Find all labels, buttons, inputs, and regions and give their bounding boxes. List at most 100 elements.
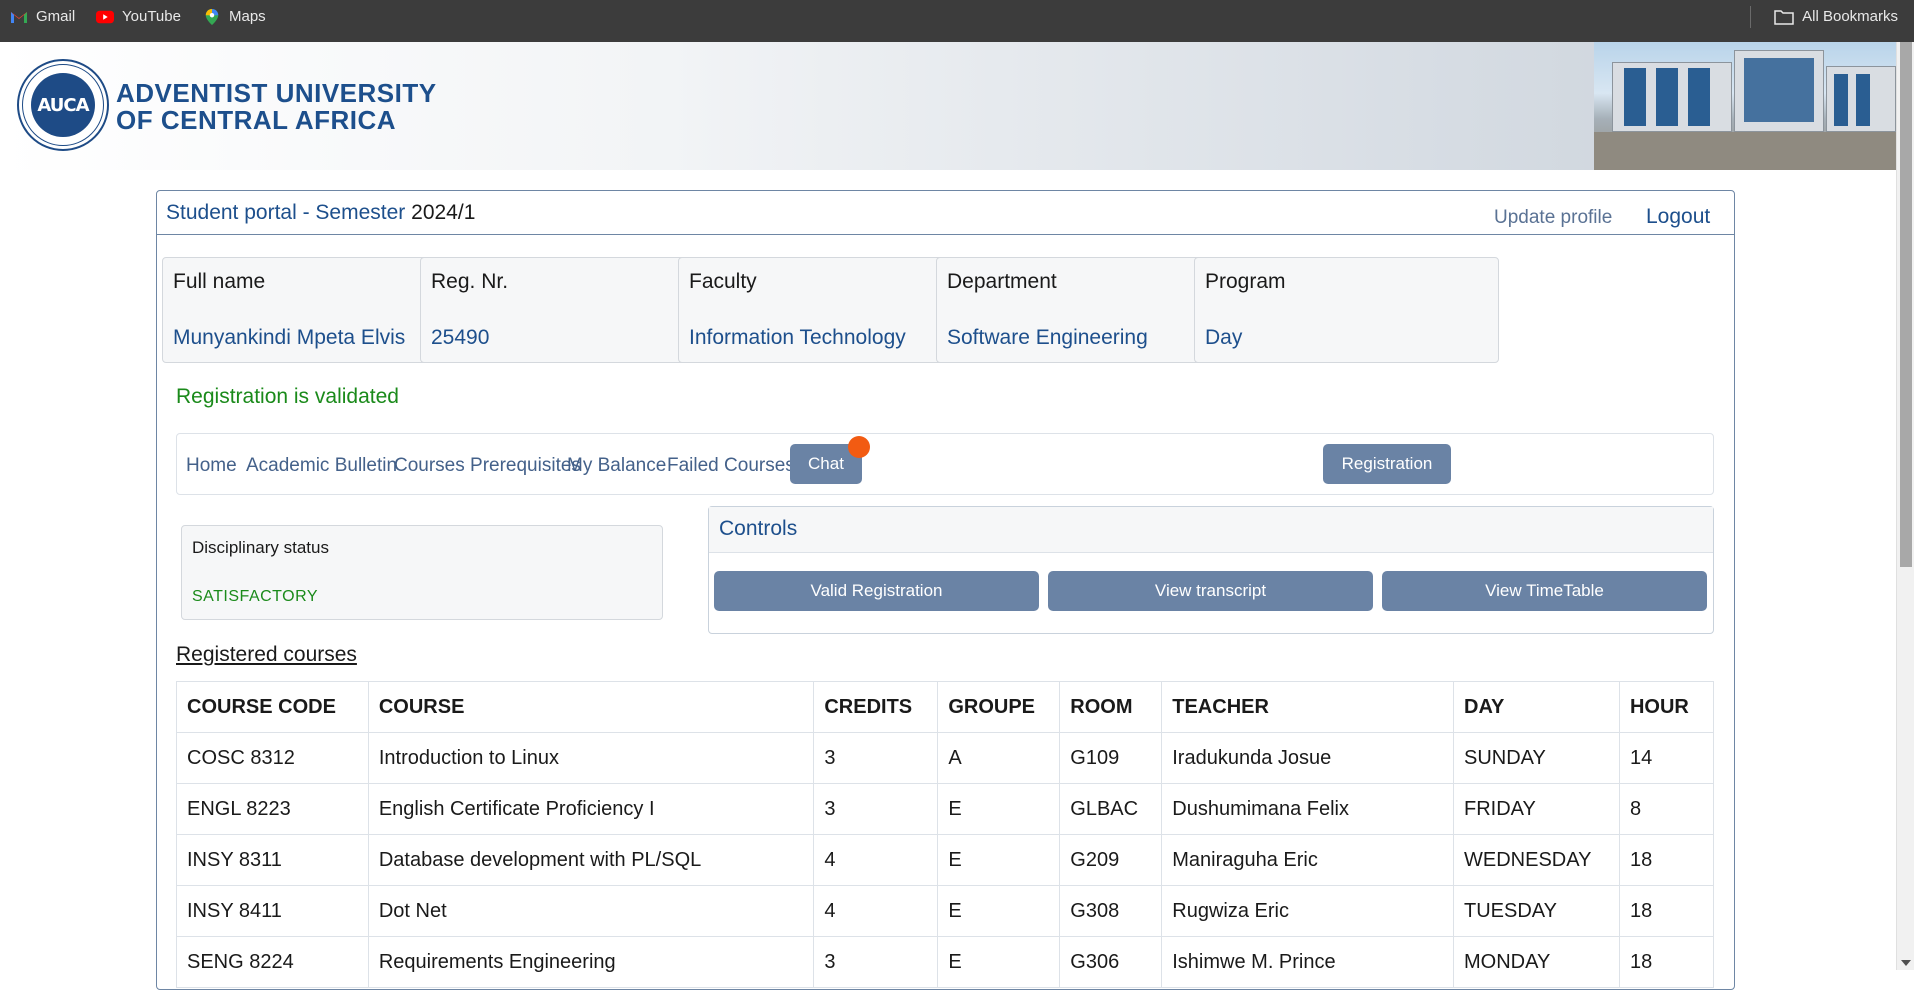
table-cell: 4	[813, 834, 939, 886]
info-value: Munyankindi Mpeta Elvis	[173, 326, 406, 349]
table-cell: Database development with PL/SQL	[367, 834, 815, 886]
info-value: Day	[1205, 326, 1243, 349]
nav-failed-courses[interactable]: Failed Courses	[667, 455, 795, 477]
registration-button[interactable]: Registration	[1323, 444, 1451, 484]
table-row: ENGL 8223 English Certificate Proficienc…	[176, 783, 1715, 835]
bookmark-gmail[interactable]: Gmail	[10, 0, 75, 33]
table-cell: INSY 8411	[176, 885, 369, 937]
column-header: HOUR	[1618, 681, 1715, 733]
table-cell: A	[937, 732, 1061, 784]
table-cell: FRIDAY	[1453, 783, 1620, 835]
info-label: Program	[1205, 270, 1286, 293]
controls-panel: Controls Valid Registration View transcr…	[708, 506, 1714, 634]
table-cell: G306	[1059, 936, 1163, 988]
logo-mark: AUCA	[31, 73, 95, 137]
info-label: Department	[947, 270, 1057, 293]
scroll-down-icon[interactable]	[1901, 960, 1911, 966]
table-cell: 8	[1618, 783, 1715, 835]
table-cell: Introduction to Linux	[367, 732, 815, 784]
info-program: Program Day	[1194, 257, 1499, 363]
info-label: Faculty	[689, 270, 757, 293]
controls-header: Controls	[709, 507, 1713, 553]
info-label: Reg. Nr.	[431, 270, 509, 293]
column-header: TEACHER	[1161, 681, 1454, 733]
info-value: 25490	[431, 326, 490, 349]
registered-courses-table: COURSE CODE COURSE CREDITS GROUPE ROOM T…	[176, 681, 1715, 988]
column-header: COURSE CODE	[176, 681, 369, 733]
university-name-line2: OF CENTRAL AFRICA	[116, 105, 397, 135]
bookmark-youtube[interactable]: YouTube	[96, 0, 181, 33]
controls-title: Controls	[719, 517, 798, 540]
bookmark-maps[interactable]: Maps	[203, 0, 266, 33]
chat-notification-badge	[848, 436, 870, 458]
page-title: Student portal - Semester 2024/1	[166, 201, 475, 225]
table-cell: 3	[813, 783, 939, 835]
view-timetable-button[interactable]: View TimeTable	[1382, 571, 1707, 611]
table-cell: Rugwiza Eric	[1161, 885, 1454, 937]
scrollbar-thumb[interactable]	[1900, 42, 1912, 567]
table-cell: TUESDAY	[1453, 885, 1620, 937]
bookmark-label: YouTube	[122, 8, 181, 25]
view-transcript-button[interactable]: View transcript	[1048, 571, 1373, 611]
table-cell: E	[937, 936, 1061, 988]
nav-home[interactable]: Home	[186, 455, 237, 477]
bookmark-label: Maps	[229, 8, 266, 25]
column-header: COURSE	[367, 681, 815, 733]
table-cell: WEDNESDAY	[1453, 834, 1620, 886]
info-value: Software Engineering	[947, 326, 1148, 349]
table-row: INSY 8411 Dot Net 4 E G308 Rugwiza Eric …	[176, 885, 1715, 937]
table-cell: COSC 8312	[176, 732, 369, 784]
folder-icon	[1774, 9, 1794, 25]
table-row: SENG 8224 Requirements Engineering 3 E G…	[176, 936, 1715, 988]
table-cell: Maniraguha Eric	[1161, 834, 1454, 886]
valid-registration-button[interactable]: Valid Registration	[714, 571, 1039, 611]
update-profile-link[interactable]: Update profile	[1494, 207, 1612, 229]
bookmarks-bar: Gmail YouTube Maps All Bookmarks	[0, 0, 1914, 42]
column-header: CREDITS	[813, 681, 939, 733]
table-cell: SENG 8224	[176, 936, 369, 988]
table-cell: 18	[1618, 936, 1715, 988]
table-cell: E	[937, 834, 1061, 886]
column-header: GROUPE	[937, 681, 1061, 733]
university-name-line1: ADVENTIST UNIVERSITY	[116, 78, 437, 108]
table-cell: MONDAY	[1453, 936, 1620, 988]
info-label: Full name	[173, 270, 266, 293]
table-cell: G308	[1059, 885, 1163, 937]
university-name: ADVENTIST UNIVERSITY OF CENTRAL AFRICA	[116, 80, 437, 134]
card-header: Student portal - Semester 2024/1 Update …	[157, 191, 1734, 235]
table-cell: 3	[813, 732, 939, 784]
bookmark-label: Gmail	[36, 8, 76, 25]
table-cell: GLBAC	[1059, 783, 1163, 835]
table-cell: English Certificate Proficiency I	[367, 783, 815, 835]
table-cell: Ishimwe M. Prince	[1161, 936, 1454, 988]
nav-courses-prerequisites[interactable]: Courses Prerequisites	[394, 455, 581, 477]
all-bookmarks-button[interactable]: All Bookmarks	[1774, 0, 1898, 33]
disciplinary-value: SATISFACTORY	[192, 588, 319, 605]
table-cell: 14	[1618, 732, 1715, 784]
disciplinary-label: Disciplinary status	[192, 538, 329, 557]
portal-navbar: Home Academic Bulletin Courses Prerequis…	[176, 433, 1714, 495]
table-cell: 4	[813, 885, 939, 937]
student-portal-card: Student portal - Semester 2024/1 Update …	[156, 190, 1735, 990]
logout-link[interactable]: Logout	[1646, 205, 1710, 229]
table-cell: G209	[1059, 834, 1163, 886]
maps-icon	[205, 8, 219, 25]
university-logo: AUCA	[17, 59, 109, 151]
column-header: ROOM	[1059, 681, 1163, 733]
nav-my-balance[interactable]: My Balance	[567, 455, 666, 477]
table-cell: 18	[1618, 834, 1715, 886]
table-cell: E	[937, 885, 1061, 937]
table-cell: 3	[813, 936, 939, 988]
all-bookmarks-label: All Bookmarks	[1802, 8, 1898, 25]
table-header-row: COURSE CODE COURSE CREDITS GROUPE ROOM T…	[176, 681, 1715, 733]
nav-academic-bulletin[interactable]: Academic Bulletin	[246, 455, 397, 477]
registered-courses-link[interactable]: Registered courses	[176, 643, 357, 667]
disciplinary-status-box: Disciplinary status SATISFACTORY	[181, 525, 663, 620]
semester-value: 2024/1	[411, 201, 476, 224]
table-cell: G109	[1059, 732, 1163, 784]
page-scrollbar[interactable]	[1896, 42, 1914, 970]
table-cell: Iradukunda Josue	[1161, 732, 1454, 784]
table-cell: INSY 8311	[176, 834, 369, 886]
table-cell: Dushumimana Felix	[1161, 783, 1454, 835]
youtube-icon	[96, 10, 114, 23]
